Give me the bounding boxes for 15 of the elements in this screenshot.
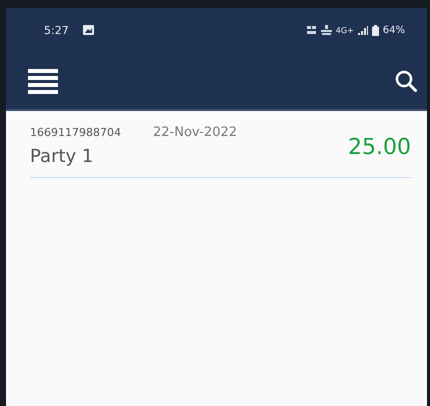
battery-level: 64% [382, 24, 405, 36]
signal-icon [358, 26, 368, 34]
image-icon [82, 25, 94, 35]
network-type: 4G+ [336, 26, 354, 34]
search-icon[interactable] [395, 70, 417, 92]
list-item[interactable]: 1669117988704 22-Nov-2022 Party 1 25.00 [30, 125, 411, 178]
entry-date: 22-Nov-2022 [152, 125, 238, 140]
party-name: Party 1 [30, 146, 94, 167]
battery-icon [372, 24, 379, 36]
volte-icon [306, 25, 317, 35]
menu-icon[interactable] [28, 68, 58, 94]
entry-number: 1669117988704 [30, 126, 121, 139]
data-transfer-icon [320, 25, 332, 35]
status-time: 5:27 [44, 24, 69, 36]
amount: 25.00 [348, 135, 411, 160]
